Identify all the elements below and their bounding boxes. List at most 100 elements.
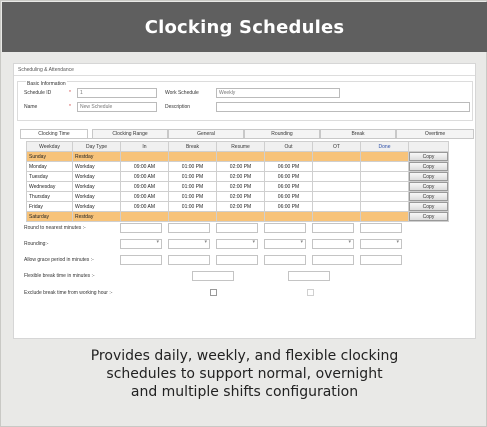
table-row[interactable]: Friday Workday 09:00 AM 01:00 PM 02:00 PM 06:… — [26, 201, 449, 212]
round-minutes-input[interactable] — [216, 223, 258, 233]
cell-actions: Copy — [408, 181, 449, 192]
grace-minutes-input[interactable] — [312, 255, 354, 265]
copy-button[interactable]: Copy — [409, 192, 448, 201]
grace-minutes-input[interactable] — [360, 255, 402, 265]
name-input[interactable]: New Schedule — [77, 102, 157, 112]
table-row[interactable]: Tuesday Workday 09:00 AM 01:00 PM 02:00 PM 06… — [26, 171, 449, 182]
cell-resume[interactable] — [216, 151, 265, 162]
cell-actions: Copy — [408, 151, 449, 162]
cell-ot[interactable] — [312, 201, 361, 212]
flexible-break-input[interactable] — [288, 271, 330, 281]
cell-actions: Copy — [408, 211, 449, 222]
cell-ot[interactable] — [312, 181, 361, 192]
name-label: Name — [24, 104, 38, 110]
cell-resume[interactable]: 02:00 PM — [216, 171, 265, 182]
cell-break[interactable]: 01:00 PM — [168, 191, 217, 202]
table-row[interactable]: Thursday Workday 09:00 AM 01:00 PM 02:00 PM 0… — [26, 191, 449, 202]
cell-out[interactable]: 06:00 PM — [264, 161, 313, 172]
cell-out[interactable] — [264, 211, 313, 222]
cell-ot[interactable] — [312, 171, 361, 182]
cell-in[interactable]: 09:00 AM — [120, 161, 169, 172]
column-header-done: Done — [360, 141, 409, 152]
rounding-select[interactable] — [168, 239, 210, 249]
grace-minutes-input[interactable] — [216, 255, 258, 265]
cell-break[interactable]: 01:00 PM — [168, 161, 217, 172]
cell-done[interactable] — [360, 201, 409, 212]
rounding-select[interactable] — [360, 239, 402, 249]
rounding-select[interactable] — [120, 239, 162, 249]
copy-button[interactable]: Copy — [409, 172, 448, 181]
round-minutes-input[interactable] — [264, 223, 306, 233]
rounding-select[interactable] — [264, 239, 306, 249]
copy-button[interactable]: Copy — [409, 182, 448, 191]
table-header-row: Weekday Day Type In Break Resume Out OT … — [26, 141, 449, 152]
cell-in[interactable] — [120, 211, 169, 222]
divider — [14, 75, 475, 76]
table-row[interactable]: Monday Workday 09:00 AM 01:00 PM 02:00 PM 06:… — [26, 161, 449, 172]
cell-out[interactable]: 06:00 PM — [264, 181, 313, 192]
cell-ot[interactable] — [312, 191, 361, 202]
table-row[interactable]: Wednesday Workday 09:00 AM 01:00 PM 02:00 PM… — [26, 181, 449, 192]
cell-day-type: Restday — [72, 211, 121, 222]
cell-day-type: Workday — [72, 181, 121, 192]
description-input[interactable] — [216, 102, 470, 112]
work-schedule-input[interactable]: Weekly — [216, 88, 340, 98]
cell-done[interactable] — [360, 181, 409, 192]
round-minutes-input[interactable] — [120, 223, 162, 233]
cell-in[interactable]: 09:00 AM — [120, 181, 169, 192]
cell-done[interactable] — [360, 191, 409, 202]
cell-out[interactable]: 06:00 PM — [264, 191, 313, 202]
cell-resume[interactable]: 02:00 PM — [216, 191, 265, 202]
round-minutes-input[interactable] — [312, 223, 354, 233]
tab-rounding[interactable]: Rounding — [244, 129, 320, 138]
cell-in[interactable] — [120, 151, 169, 162]
cell-break[interactable]: 01:00 PM — [168, 201, 217, 212]
rounding-select[interactable] — [312, 239, 354, 249]
cell-out[interactable] — [264, 151, 313, 162]
cell-ot[interactable] — [312, 161, 361, 172]
cell-weekday: Thursday — [26, 191, 73, 202]
cell-resume[interactable]: 02:00 PM — [216, 201, 265, 212]
cell-done[interactable] — [360, 211, 409, 222]
grace-minutes-input[interactable] — [120, 255, 162, 265]
tab-overtime[interactable]: Overtime — [396, 129, 474, 138]
copy-button[interactable]: Copy — [409, 202, 448, 211]
cell-day-type: Workday — [72, 201, 121, 212]
table-row[interactable]: Saturday Restday Copy — [26, 211, 449, 222]
cell-break[interactable] — [168, 151, 217, 162]
exclude-break-checkbox[interactable] — [210, 289, 217, 296]
cell-break[interactable]: 01:00 PM — [168, 171, 217, 182]
tab-break[interactable]: Break — [320, 129, 396, 138]
column-header: Day Type — [72, 141, 121, 152]
copy-button[interactable]: Copy — [409, 162, 448, 171]
cell-ot[interactable] — [312, 211, 361, 222]
copy-button[interactable]: Copy — [409, 152, 448, 161]
cell-break[interactable] — [168, 211, 217, 222]
grace-minutes-input[interactable] — [168, 255, 210, 265]
rounding-select[interactable] — [216, 239, 258, 249]
cell-out[interactable]: 06:00 PM — [264, 201, 313, 212]
grace-minutes-input[interactable] — [264, 255, 306, 265]
copy-button[interactable]: Copy — [409, 212, 448, 221]
cell-resume[interactable] — [216, 211, 265, 222]
schedule-id-input[interactable]: 1 — [77, 88, 157, 98]
cell-done[interactable] — [360, 151, 409, 162]
cell-in[interactable]: 09:00 AM — [120, 171, 169, 182]
cell-out[interactable]: 06:00 PM — [264, 171, 313, 182]
cell-in[interactable]: 09:00 AM — [120, 201, 169, 212]
cell-resume[interactable]: 02:00 PM — [216, 161, 265, 172]
round-minutes-input[interactable] — [360, 223, 402, 233]
tab-clocking-range[interactable]: Clocking Range — [92, 129, 168, 138]
table-row[interactable]: Sunday Restday Copy — [26, 151, 449, 162]
cell-ot[interactable] — [312, 151, 361, 162]
round-minutes-input[interactable] — [168, 223, 210, 233]
cell-actions: Copy — [408, 161, 449, 172]
cell-done[interactable] — [360, 161, 409, 172]
cell-done[interactable] — [360, 171, 409, 182]
column-header: Resume — [216, 141, 265, 152]
tab-general[interactable]: General — [168, 129, 244, 138]
flexible-break-input[interactable] — [192, 271, 234, 281]
cell-break[interactable]: 01:00 PM — [168, 181, 217, 192]
cell-resume[interactable]: 02:00 PM — [216, 181, 265, 192]
cell-in[interactable]: 09:00 AM — [120, 191, 169, 202]
